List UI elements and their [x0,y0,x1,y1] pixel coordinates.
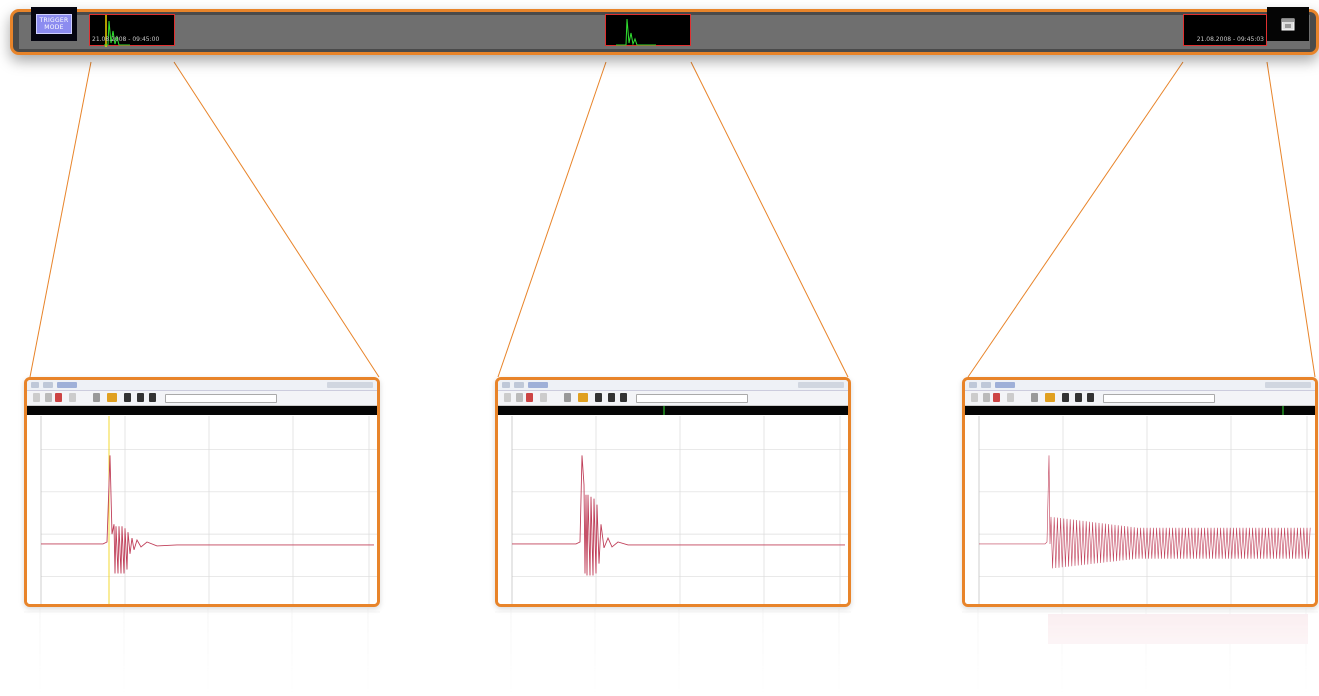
nav-icon [514,382,524,388]
toolbar-button-icon [504,393,511,402]
toolbar-button-icon [540,393,547,402]
thumbnail-center[interactable] [495,377,851,607]
toolbar-button-icon [33,393,40,402]
toolbar-button-icon [1045,393,1055,402]
toolbar-button-icon [526,393,533,402]
toolbar-button-icon [149,393,156,402]
strip-spike [1282,406,1284,415]
reflection-graphic [24,608,380,696]
signal-plot-svg [40,416,377,604]
window-right-timestamp: 21.08.2008 - 09:45:03 [1196,36,1264,43]
toolbar-button-icon [620,393,627,402]
window-left-timestamp: 21.08.2008 - 09:45:00 [92,36,160,43]
toolbar-button-icon [595,393,602,402]
window-controls-icon [798,382,844,388]
toolbar-button-icon [137,393,144,402]
toolbar-button-icon [1031,393,1038,402]
app-icon [969,382,977,388]
window-controls-icon [327,382,373,388]
reflection-graphic [962,608,1318,696]
toolbar-button-icon [45,393,52,402]
app-titlebar [498,380,848,391]
spike-mini-plot [616,18,656,46]
app-titlebar [27,380,377,391]
calendar-icon [1281,18,1295,31]
timeline-strip [27,406,377,415]
timeline-strip [498,406,848,415]
window-controls-icon [1265,382,1311,388]
toolbar-button-icon [1087,393,1094,402]
signal-plot-svg [511,416,848,604]
app-toolbar [965,391,1315,406]
toolbar-button-icon [516,393,523,402]
toolbar-button-icon [1007,393,1014,402]
thumbnail-reflection-right [962,608,1318,696]
signal-plot [498,416,848,604]
thumbnail-reflection-left [24,608,380,696]
trigger-mode-icon: TRIGGER MODE [35,14,73,34]
trigger-mode-label: TRIGGER MODE [39,17,69,31]
app-titlebar [965,380,1315,391]
app-toolbar [27,391,377,406]
toolbar-button-icon [564,393,571,402]
thumbnail-reflection-center [495,608,851,696]
toolbar-field-icon [165,394,277,403]
toolbar-field-icon [1103,394,1215,403]
nav-icon [43,382,53,388]
calendar-button[interactable] [1267,7,1309,41]
reflection-graphic [495,608,851,696]
signal-plot-svg [978,416,1315,604]
oscillation-trace [979,455,1311,569]
toolbar-button-icon [971,393,978,402]
signal-plot [27,416,377,604]
timeline-strip [965,406,1315,415]
toolbar-button-icon [578,393,588,402]
tab-icon [528,382,548,388]
toolbar-button-icon [55,393,62,402]
toolbar-button-icon [608,393,615,402]
toolbar-field-icon [636,394,748,403]
toolbar-button-icon [1062,393,1069,402]
toolbar-button-icon [69,393,76,402]
trigger-mode-button[interactable]: TRIGGER MODE [31,7,77,41]
thumbnail-right[interactable] [962,377,1318,607]
strip-spike [663,406,665,415]
toolbar-button-icon [983,393,990,402]
timeline-window-right[interactable]: 21.08.2008 - 09:45:03 [1183,14,1267,46]
signal-plot [965,416,1315,604]
tab-icon [995,382,1015,388]
timeline-window-center[interactable] [605,14,691,46]
toolbar-button-icon [107,393,117,402]
toolbar-button-icon [993,393,1000,402]
toolbar-button-icon [93,393,100,402]
nav-icon [981,382,991,388]
tab-icon [57,382,77,388]
app-toolbar [498,391,848,406]
timeline-window-left[interactable]: 21.08.2008 - 09:45:00 [89,14,175,47]
app-icon [31,382,39,388]
thumbnail-left[interactable] [24,377,380,607]
app-icon [502,382,510,388]
toolbar-button-icon [1075,393,1082,402]
toolbar-button-icon [124,393,131,402]
